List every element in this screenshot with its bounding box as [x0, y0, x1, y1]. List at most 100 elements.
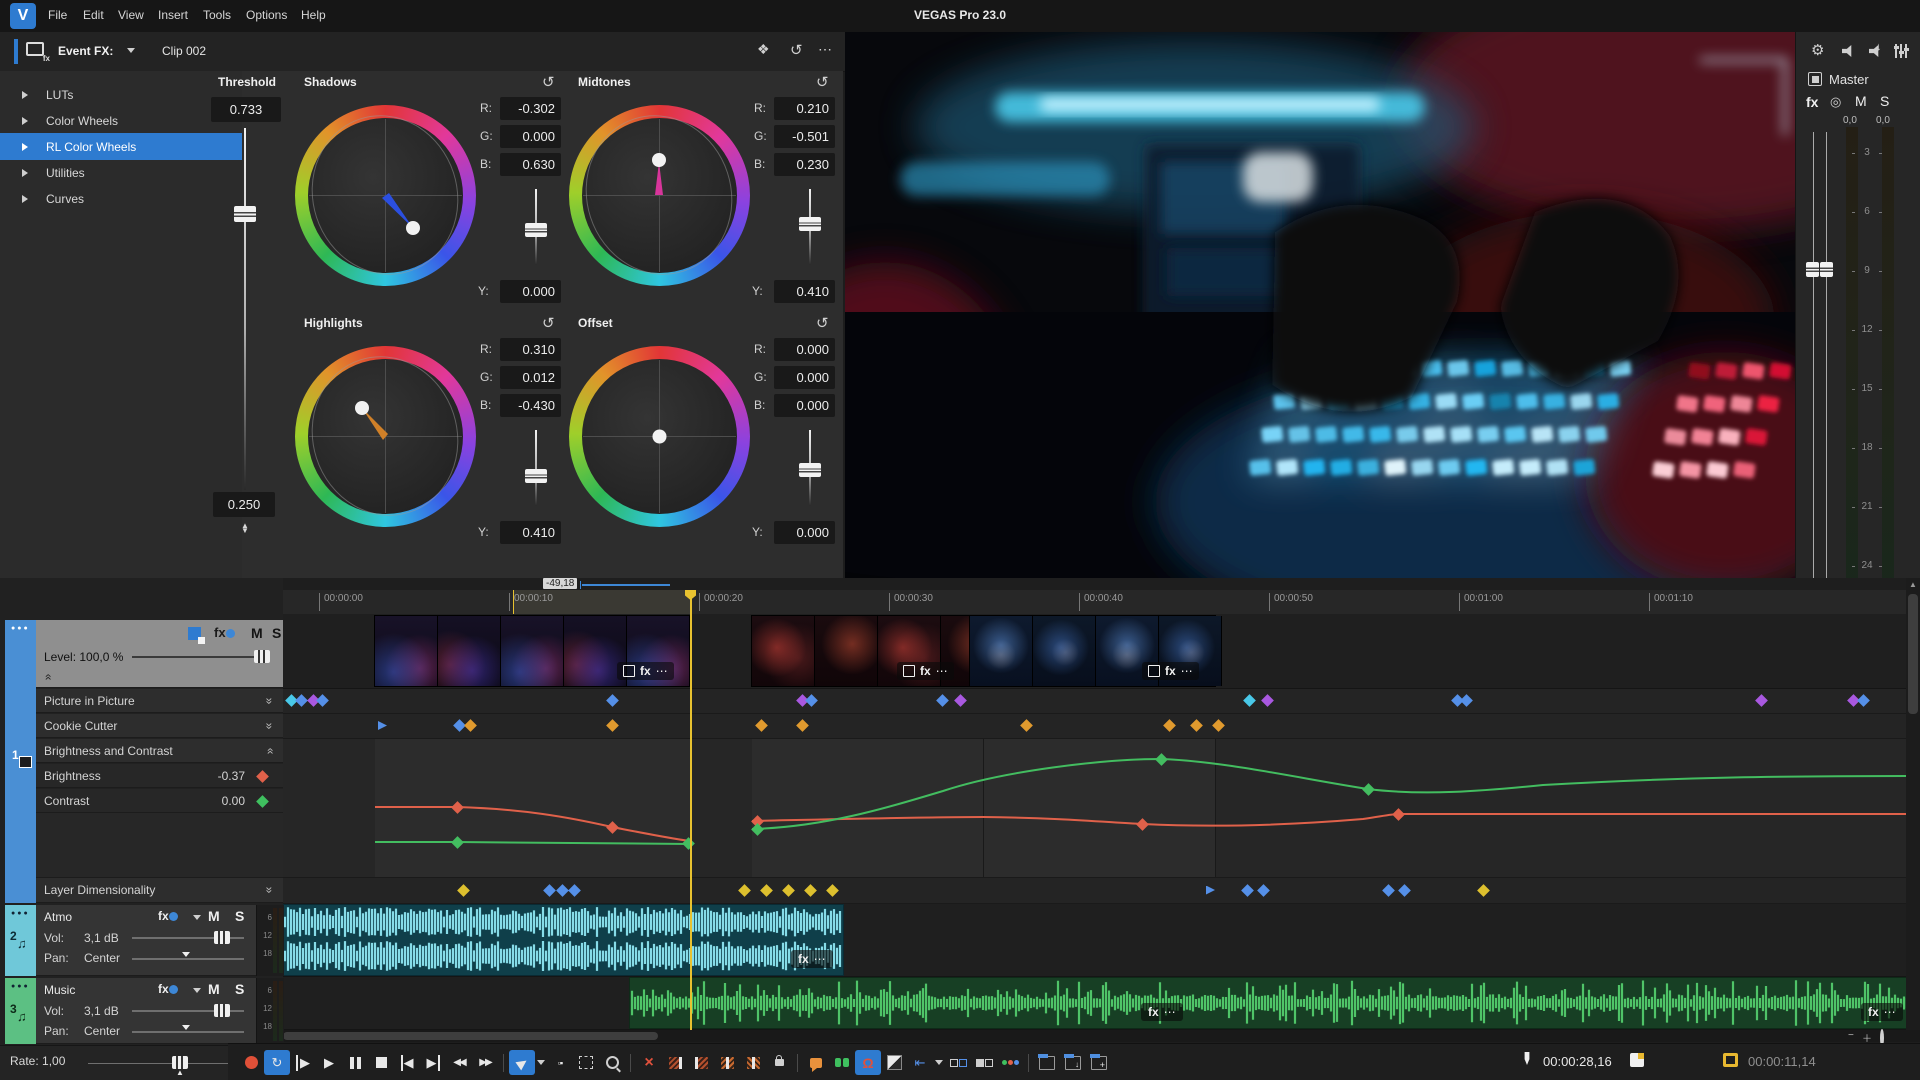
auto-crossfade-button[interactable] [881, 1050, 907, 1075]
keyframe-diamond[interactable] [1020, 719, 1033, 732]
keyframe-diamond[interactable] [543, 884, 556, 897]
offset-color-wheel[interactable] [569, 346, 750, 527]
vol-slider-handle[interactable] [214, 1004, 230, 1017]
shadows-reset-icon[interactable]: ↺ [542, 73, 555, 91]
event-fx-button[interactable]: fx [640, 664, 651, 678]
more-icon[interactable]: ⋯ [818, 41, 832, 58]
highlights-g-value[interactable]: 0.012 [500, 366, 561, 389]
track-fx-button[interactable]: fx [158, 909, 178, 923]
keyframe-diamond[interactable] [1163, 719, 1176, 732]
fx-list-item-luts[interactable]: LUTs [0, 81, 242, 108]
track-mute-button[interactable]: M [208, 908, 220, 924]
plugin-row-layer-dimensionality[interactable]: Layer Dimensionality » [36, 878, 283, 903]
level-slider-handle[interactable] [254, 650, 270, 663]
brightness-value[interactable]: -0.37 [218, 769, 245, 783]
keyframe-diamond[interactable] [1398, 884, 1411, 897]
atmo-track-strip[interactable]: ●●● 2 ♫ [5, 905, 36, 976]
keyframe-diamond[interactable] [1212, 719, 1225, 732]
go-to-end-button[interactable]: ▶ [420, 1050, 446, 1075]
threshold-slider-handle[interactable] [234, 206, 256, 222]
preview-device-icon[interactable] [1842, 45, 1857, 57]
event-fx-button[interactable]: fx [1868, 1005, 1879, 1019]
keyframe-diamond[interactable] [1382, 884, 1395, 897]
keyframe-diamond[interactable] [804, 884, 817, 897]
master-mute-button[interactable]: M [1855, 93, 1867, 109]
track-fx-button[interactable]: fx [214, 625, 235, 640]
event-more-button[interactable]: ⋯ [656, 664, 668, 678]
keyframe-diamond[interactable] [1261, 694, 1274, 707]
event-fx-button[interactable]: fx [1165, 664, 1176, 678]
offset-b-value[interactable]: 0.000 [774, 394, 835, 417]
loop-playback-button[interactable]: ↻ [264, 1050, 290, 1075]
track-solo-button[interactable]: S [235, 908, 244, 924]
master-fx-button[interactable]: fx [1806, 94, 1818, 110]
track-menu-icon[interactable]: ●●● [11, 910, 30, 917]
track-solo-button[interactable]: S [272, 625, 281, 641]
event-more-button[interactable]: ⋯ [1884, 1005, 1896, 1019]
trim-end-button[interactable] [688, 1050, 714, 1075]
contrast-value[interactable]: 0.00 [222, 794, 245, 808]
pan-value[interactable]: Center [84, 951, 120, 965]
keyframe-diamond[interactable] [1460, 694, 1473, 707]
selection-tool-button[interactable] [573, 1050, 599, 1075]
lock-envelopes-button[interactable] [945, 1050, 971, 1075]
keyframe-diamond[interactable] [1755, 694, 1768, 707]
keyframe-diamond[interactable] [568, 884, 581, 897]
contrast-keyframe-diamond[interactable] [256, 795, 269, 808]
shadows-r-value[interactable]: -0.302 [500, 97, 561, 120]
insert-marker-button[interactable] [803, 1050, 829, 1075]
offset-y-handle[interactable] [799, 463, 821, 477]
pan-slider-track[interactable] [132, 1031, 244, 1033]
delete-button[interactable]: × [636, 1050, 662, 1075]
keyframe-diamond[interactable] [1190, 719, 1203, 732]
param-row-brightness[interactable]: Brightness -0.37 [36, 764, 283, 788]
crop-icon[interactable] [623, 665, 635, 677]
event-buttons[interactable]: fx⋯ [791, 950, 833, 968]
keyframe-diamond[interactable] [1477, 884, 1490, 897]
event-buttons[interactable]: fx⋯ [897, 662, 954, 680]
keyframe-diamond[interactable] [760, 884, 773, 897]
track-mute-button[interactable]: M [208, 981, 220, 997]
event-more-button[interactable]: ⋯ [1164, 1005, 1176, 1019]
plugin-row-cookie-cutter[interactable]: Cookie Cutter » [36, 714, 283, 738]
keyframe-diamond[interactable] [295, 694, 308, 707]
ripple-dropdown-icon[interactable] [935, 1060, 943, 1065]
plugin-row-picture-in-picture[interactable]: Picture in Picture » [36, 689, 283, 713]
keyframe-diamond[interactable] [1243, 694, 1256, 707]
keyframe-diamond[interactable] [796, 719, 809, 732]
split-trim-start-button[interactable] [714, 1050, 740, 1075]
selection-timecode[interactable]: 00:00:11,14 [1748, 1054, 1816, 1069]
timeline-hscrollbar[interactable] [283, 1030, 1920, 1042]
insert-audio-track-button[interactable]: ↓ [1060, 1050, 1086, 1075]
midtones-b-value[interactable]: 0.230 [774, 153, 835, 176]
insert-region-button[interactable] [829, 1050, 855, 1075]
param-row-contrast[interactable]: Contrast 0.00 [36, 789, 283, 813]
shadows-b-value[interactable]: 0.630 [500, 153, 561, 176]
keyframe-diamond[interactable] [936, 694, 949, 707]
snap-button[interactable]: Ω [855, 1050, 881, 1075]
fx-list-item-utilities[interactable]: Utilities [0, 159, 242, 186]
track-name[interactable]: Atmo [44, 910, 72, 924]
music-track-strip[interactable]: ●●● 3 ♫ [5, 978, 36, 1044]
shadows-y-value[interactable]: 0.000 [500, 280, 561, 303]
keyframe-diamond[interactable] [826, 884, 839, 897]
zoom-tool-button[interactable] [599, 1050, 625, 1075]
atmo-track-header[interactable]: Atmo fx M S Vol: 3,1 dB Pan: Center [36, 905, 256, 976]
keyframe-diamond[interactable] [782, 884, 795, 897]
playhead-cursor[interactable] [690, 590, 692, 1030]
video-track-strip[interactable]: ●●● 1 [5, 620, 36, 903]
pause-button[interactable] [342, 1050, 368, 1075]
envelope-tool-button[interactable]: ▫▪ [547, 1050, 573, 1075]
threshold-spinner-icon[interactable]: ▲▼ [238, 523, 252, 533]
offset-r-value[interactable]: 0.000 [774, 338, 835, 361]
video-track-header[interactable]: fx M S Level: 100,0 % » [36, 620, 283, 688]
keyframe-diamond[interactable] [738, 884, 751, 897]
track-menu-icon[interactable]: ●●● [11, 983, 30, 990]
tool-dropdown-icon[interactable] [537, 1060, 545, 1065]
keyframe-diamond[interactable] [805, 694, 818, 707]
keyframe-diamond[interactable] [464, 719, 477, 732]
track-name[interactable]: Music [44, 983, 75, 997]
collapse-icon[interactable]: » [40, 674, 54, 681]
plugin-row-brightness-contrast[interactable]: Brightness and Contrast » [36, 739, 283, 763]
insert-video-track-button[interactable] [1034, 1050, 1060, 1075]
